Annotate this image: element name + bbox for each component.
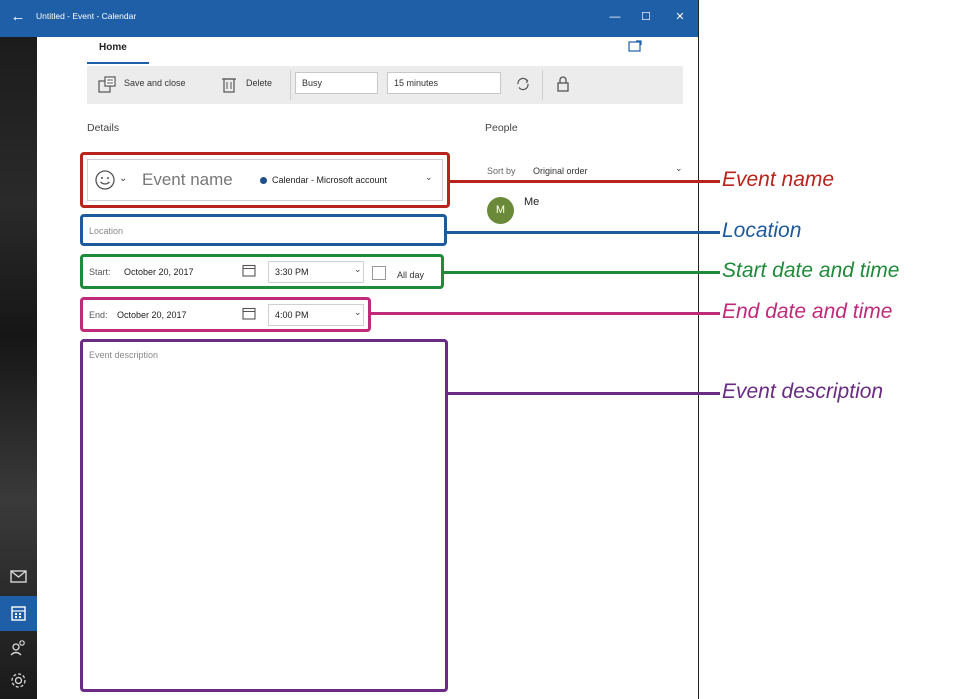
chevron-down-icon[interactable]: ⌄ (354, 307, 362, 318)
back-button[interactable]: ← (6, 8, 30, 26)
calendar-select[interactable]: Calendar - Microsoft account (272, 175, 387, 185)
chevron-down-icon[interactable]: ⌄ (675, 163, 683, 174)
calendar-picker-icon[interactable] (242, 264, 256, 282)
delete-button[interactable]: Delete (246, 78, 272, 88)
sort-by-select[interactable]: Original order (533, 166, 588, 176)
toolbar-separator (542, 70, 543, 100)
sort-by-label: Sort by (487, 166, 516, 176)
show-as-select[interactable]: Busy (295, 72, 378, 94)
window-border (698, 0, 699, 699)
popout-icon[interactable] (628, 40, 642, 52)
annotation-location: Location (722, 219, 802, 242)
end-time-value: 4:00 PM (275, 310, 309, 320)
location-frame (80, 214, 447, 246)
toolbar-separator (290, 70, 291, 100)
save-and-close-button[interactable]: Save and close (124, 78, 186, 88)
tab-home[interactable]: Home (99, 42, 127, 53)
event-name-input[interactable]: Event name (142, 170, 233, 190)
description-frame (80, 339, 448, 692)
people-heading: People (485, 122, 518, 134)
window-title: Untitled - Event - Calendar (36, 11, 137, 21)
chevron-down-icon[interactable]: ⌄ (425, 172, 433, 183)
tab-underline (87, 62, 149, 64)
close-button[interactable]: ✕ (668, 8, 692, 26)
delete-icon[interactable] (222, 76, 236, 97)
end-date-input[interactable]: October 20, 2017 (117, 310, 187, 320)
title-bar: ← Untitled - Event - Calendar — ☐ ✕ (0, 0, 698, 37)
people-icon[interactable] (8, 638, 29, 659)
annotation-line-location (447, 231, 720, 234)
annotation-description: Event description (722, 380, 884, 403)
annotation-event-name: Event name (722, 168, 835, 191)
annotation-end: End date and time (722, 300, 893, 323)
all-day-checkbox[interactable] (372, 266, 386, 280)
emoji-icon[interactable] (94, 169, 116, 196)
start-time-value: 3:30 PM (275, 267, 309, 277)
reminder-select[interactable]: 15 minutes (387, 72, 501, 94)
annotation-line-start (444, 271, 720, 274)
chevron-down-icon[interactable]: ⌄ (119, 173, 127, 184)
settings-icon[interactable] (8, 670, 29, 691)
save-and-close-icon[interactable] (98, 76, 116, 97)
details-heading: Details (87, 122, 120, 134)
avatar: M (487, 197, 514, 224)
private-lock-icon[interactable] (556, 76, 570, 95)
mail-icon[interactable] (8, 566, 29, 587)
location-input[interactable]: Location (89, 226, 123, 236)
end-label: End: (89, 310, 108, 320)
calendar-icon[interactable] (8, 603, 29, 624)
annotation-line-event-name (450, 180, 720, 183)
calendar-picker-icon[interactable] (242, 307, 256, 325)
description-textarea[interactable]: Event description (89, 350, 158, 360)
calendar-color-dot (260, 177, 267, 184)
annotation-start: Start date and time (722, 259, 900, 282)
all-day-label: All day (397, 270, 425, 280)
start-label: Start: (89, 267, 111, 277)
repeat-icon[interactable] (515, 76, 531, 95)
minimize-button[interactable]: — (603, 8, 627, 26)
attendee-name[interactable]: Me (524, 196, 539, 208)
annotation-line-end (371, 312, 720, 315)
chevron-down-icon[interactable]: ⌄ (354, 264, 362, 275)
annotation-line-description (448, 392, 720, 395)
maximize-button[interactable]: ☐ (634, 8, 658, 26)
start-date-input[interactable]: October 20, 2017 (124, 267, 194, 277)
